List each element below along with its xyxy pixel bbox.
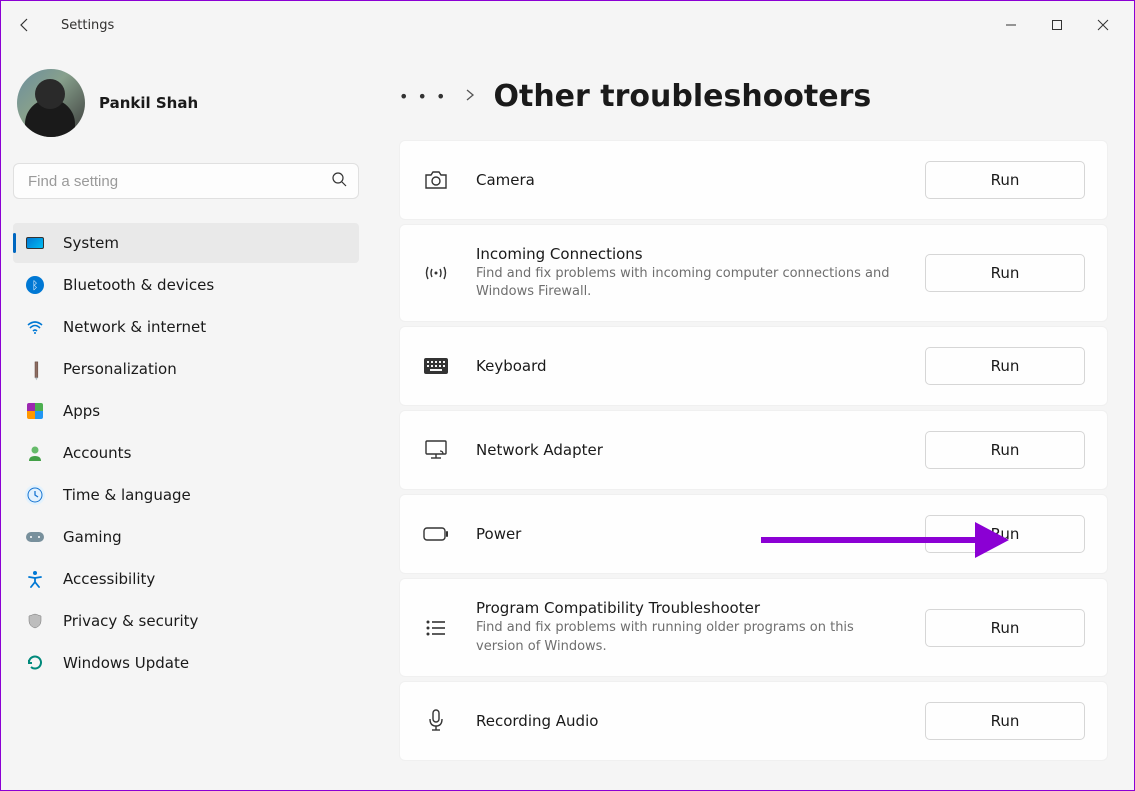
card-title: Power bbox=[476, 525, 899, 543]
microphone-icon bbox=[422, 709, 450, 733]
nav-item-accessibility[interactable]: Accessibility bbox=[13, 559, 359, 599]
update-icon bbox=[25, 653, 45, 673]
card-title: Network Adapter bbox=[476, 441, 899, 459]
nav-item-system[interactable]: System bbox=[13, 223, 359, 263]
card-title: Camera bbox=[476, 171, 899, 189]
search-icon bbox=[331, 171, 347, 191]
run-button[interactable]: Run bbox=[925, 161, 1085, 199]
troubleshooter-keyboard: Keyboard Run bbox=[399, 326, 1108, 406]
nav-label: Accessibility bbox=[63, 570, 155, 588]
keyboard-icon bbox=[422, 357, 450, 375]
gaming-icon bbox=[25, 527, 45, 547]
nav-item-update[interactable]: Windows Update bbox=[13, 643, 359, 683]
run-button[interactable]: Run bbox=[925, 702, 1085, 740]
troubleshooter-incoming: Incoming Connections Find and fix proble… bbox=[399, 224, 1108, 322]
run-button[interactable]: Run bbox=[925, 347, 1085, 385]
brush-icon bbox=[21, 355, 49, 383]
search-input[interactable] bbox=[13, 163, 359, 199]
profile-name: Pankil Shah bbox=[99, 94, 198, 112]
troubleshooter-compat: Program Compatibility Troubleshooter Fin… bbox=[399, 578, 1108, 676]
nav-label: Bluetooth & devices bbox=[63, 276, 214, 294]
account-icon bbox=[25, 443, 45, 463]
accessibility-icon bbox=[25, 569, 45, 589]
nav-label: Windows Update bbox=[63, 654, 189, 672]
run-button[interactable]: Run bbox=[925, 609, 1085, 647]
breadcrumb-ellipsis[interactable]: • • • bbox=[399, 87, 447, 106]
card-title: Keyboard bbox=[476, 357, 899, 375]
avatar bbox=[17, 69, 85, 137]
back-button[interactable] bbox=[9, 9, 41, 41]
nav: System ᛒ Bluetooth & devices Network & i… bbox=[13, 223, 359, 683]
clock-icon bbox=[25, 485, 45, 505]
camera-icon bbox=[422, 170, 450, 190]
troubleshooter-camera: Camera Run bbox=[399, 140, 1108, 220]
nav-item-bluetooth[interactable]: ᛒ Bluetooth & devices bbox=[13, 265, 359, 305]
list-icon bbox=[422, 619, 450, 637]
shield-icon bbox=[25, 611, 45, 631]
nav-item-gaming[interactable]: Gaming bbox=[13, 517, 359, 557]
close-button[interactable] bbox=[1080, 9, 1126, 41]
run-button[interactable]: Run bbox=[925, 431, 1085, 469]
nav-item-accounts[interactable]: Accounts bbox=[13, 433, 359, 473]
titlebar: Settings bbox=[1, 1, 1134, 49]
battery-icon bbox=[422, 526, 450, 542]
card-title: Incoming Connections bbox=[476, 245, 899, 263]
sidebar: Pankil Shah System ᛒ Bluetooth & devices… bbox=[1, 49, 371, 790]
nav-item-privacy[interactable]: Privacy & security bbox=[13, 601, 359, 641]
card-desc: Find and fix problems with running older… bbox=[476, 619, 896, 655]
monitor-icon bbox=[422, 439, 450, 461]
nav-label: Privacy & security bbox=[63, 612, 198, 630]
profile-section[interactable]: Pankil Shah bbox=[13, 61, 359, 157]
wifi-icon bbox=[25, 317, 45, 337]
nav-item-apps[interactable]: Apps bbox=[13, 391, 359, 431]
nav-label: Network & internet bbox=[63, 318, 206, 336]
card-title: Recording Audio bbox=[476, 712, 899, 730]
system-icon bbox=[25, 233, 45, 253]
card-desc: Find and fix problems with incoming comp… bbox=[476, 265, 896, 301]
nav-item-time[interactable]: Time & language bbox=[13, 475, 359, 515]
nav-label: Accounts bbox=[63, 444, 131, 462]
bluetooth-icon: ᛒ bbox=[25, 275, 45, 295]
nav-label: Apps bbox=[63, 402, 100, 420]
minimize-button[interactable] bbox=[988, 9, 1034, 41]
main-content: • • • Other troubleshooters Camera Run I… bbox=[371, 49, 1134, 790]
troubleshooter-power: Power Run bbox=[399, 494, 1108, 574]
run-button[interactable]: Run bbox=[925, 515, 1085, 553]
page-title: Other troubleshooters bbox=[493, 79, 871, 114]
nav-label: Gaming bbox=[63, 528, 122, 546]
window-controls bbox=[988, 9, 1126, 41]
nav-item-personalization[interactable]: Personalization bbox=[13, 349, 359, 389]
window-title: Settings bbox=[61, 18, 114, 33]
nav-label: Time & language bbox=[63, 486, 191, 504]
breadcrumb: • • • Other troubleshooters bbox=[399, 79, 1108, 114]
card-title: Program Compatibility Troubleshooter bbox=[476, 599, 899, 617]
antenna-icon bbox=[422, 263, 450, 283]
nav-label: Personalization bbox=[63, 360, 177, 378]
apps-icon bbox=[25, 401, 45, 421]
nav-label: System bbox=[63, 234, 119, 252]
run-button[interactable]: Run bbox=[925, 254, 1085, 292]
maximize-button[interactable] bbox=[1034, 9, 1080, 41]
chevron-right-icon bbox=[465, 87, 475, 106]
search-box bbox=[13, 163, 359, 199]
nav-item-network[interactable]: Network & internet bbox=[13, 307, 359, 347]
troubleshooter-network-adapter: Network Adapter Run bbox=[399, 410, 1108, 490]
troubleshooter-audio: Recording Audio Run bbox=[399, 681, 1108, 761]
